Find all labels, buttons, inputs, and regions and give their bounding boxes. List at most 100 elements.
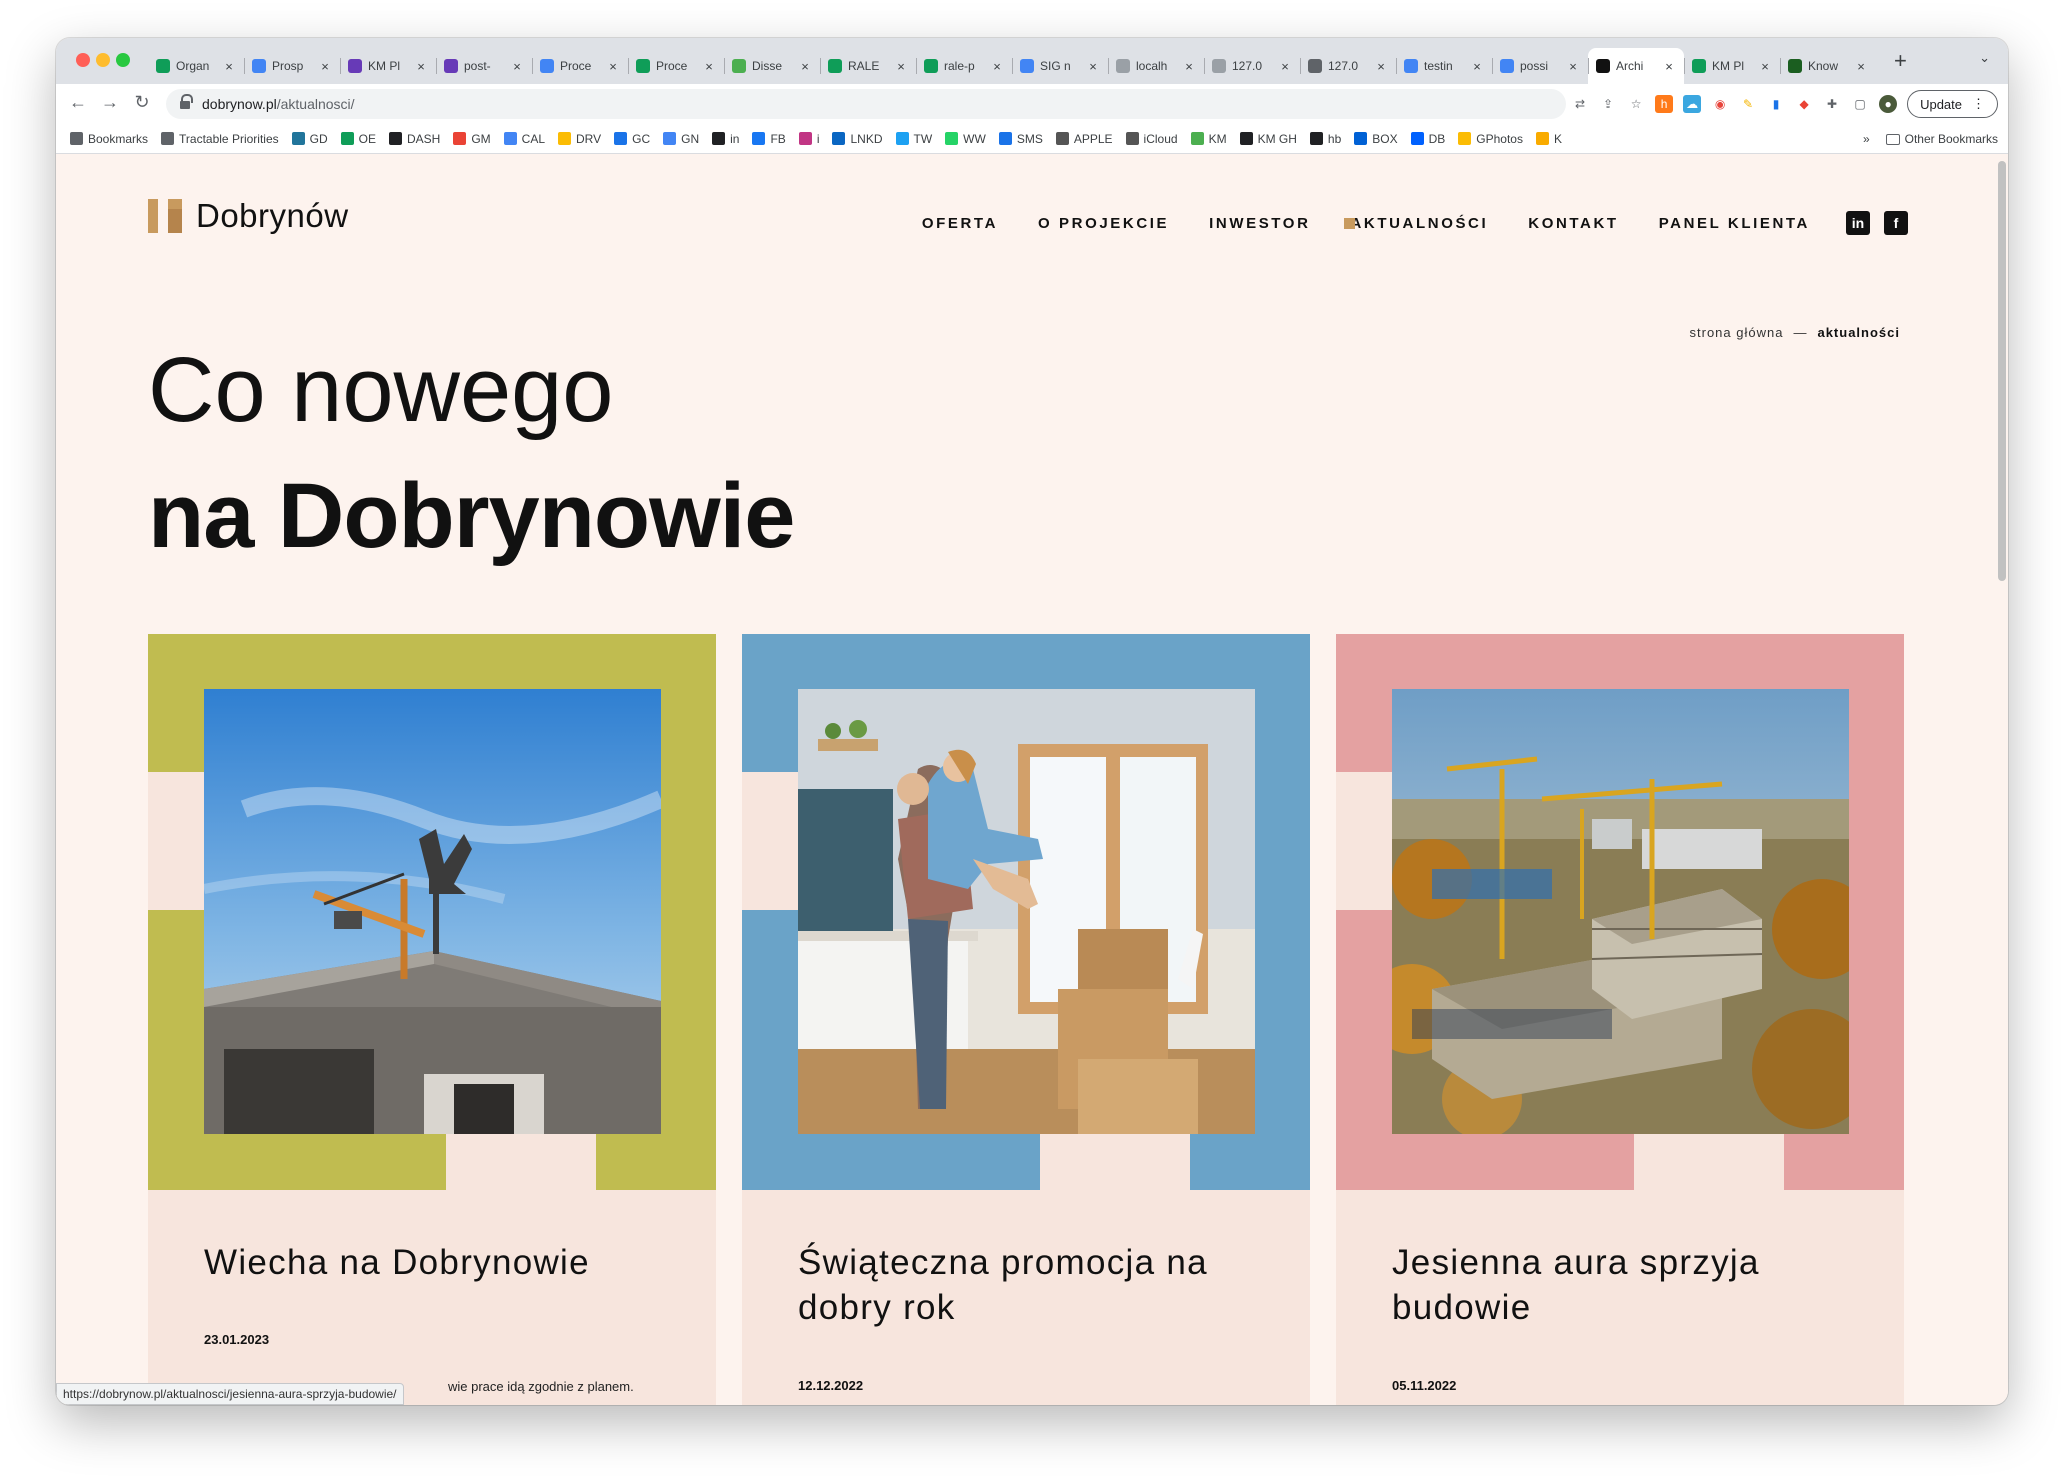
other-bookmarks-folder[interactable]: Other Bookmarks	[1905, 132, 1998, 146]
bookmark-item[interactable]: GN	[663, 132, 699, 146]
card-title[interactable]: Świąteczna promocja na dobry rok	[798, 1240, 1258, 1330]
browser-tab[interactable]: Disse ×	[724, 48, 820, 84]
news-card[interactable]: Jesienna aura sprzyja budowie 05.11.2022	[1336, 634, 1904, 1405]
browser-tab[interactable]: SIG n ×	[1012, 48, 1108, 84]
tab-close-icon[interactable]: ×	[1182, 59, 1196, 74]
browser-tab[interactable]: 127.0 ×	[1204, 48, 1300, 84]
browser-tab[interactable]: rale-p ×	[916, 48, 1012, 84]
tab-close-icon[interactable]: ×	[1374, 59, 1388, 74]
nav-item[interactable]: AKTUALNOŚCI	[1343, 215, 1489, 232]
bookmark-item[interactable]: SMS	[998, 132, 1043, 146]
extension-highlighter-icon[interactable]: ✎	[1739, 95, 1757, 113]
bookmark-item[interactable]: WW	[945, 132, 986, 146]
new-tab-button[interactable]: +	[1894, 48, 1907, 74]
card-photo[interactable]	[798, 689, 1255, 1134]
maximize-window-button[interactable]	[116, 53, 130, 67]
browser-tab[interactable]: KM Pl ×	[1684, 48, 1780, 84]
tab-close-icon[interactable]: ×	[222, 59, 236, 74]
tab-close-icon[interactable]: ×	[1662, 59, 1676, 74]
linkedin-icon[interactable]: in	[1846, 211, 1870, 235]
extension-cloud-icon[interactable]: ☁	[1683, 95, 1702, 113]
bookmark-item[interactable]: Bookmarks	[70, 132, 148, 146]
card-photo[interactable]	[204, 689, 661, 1134]
extension-record-icon[interactable]: ◉	[1711, 95, 1729, 113]
bookmark-item[interactable]: BOX	[1354, 132, 1398, 146]
url-text[interactable]: dobrynow.pl/aktualnosci/	[202, 96, 355, 112]
tab-search-chevron-icon[interactable]: ⌄	[1979, 50, 1990, 66]
tab-close-icon[interactable]: ×	[318, 59, 332, 74]
tab-close-icon[interactable]: ×	[990, 59, 1004, 74]
scrollbar-thumb[interactable]	[1998, 161, 2006, 581]
bookmark-item[interactable]: GM	[453, 132, 491, 146]
browser-tab[interactable]: localh ×	[1108, 48, 1204, 84]
browser-tab[interactable]: Proce ×	[628, 48, 724, 84]
bookmark-item[interactable]: KM	[1190, 132, 1227, 146]
bookmark-item[interactable]: K	[1535, 132, 1562, 146]
tab-close-icon[interactable]: ×	[414, 59, 428, 74]
nav-item[interactable]: O PROJEKCIE	[1038, 215, 1169, 232]
profile-avatar[interactable]: ●	[1879, 95, 1898, 113]
bookmark-item[interactable]: LNKD	[832, 132, 883, 146]
tab-close-icon[interactable]: ×	[1278, 59, 1292, 74]
tab-close-icon[interactable]: ×	[1086, 59, 1100, 74]
breadcrumb-home-link[interactable]: strona główna	[1690, 325, 1784, 340]
site-logo[interactable]: Dobrynów	[148, 197, 349, 235]
bookmark-item[interactable]: GPhotos	[1458, 132, 1523, 146]
browser-tab[interactable]: Know ×	[1780, 48, 1876, 84]
bookmark-item[interactable]: GD	[291, 132, 328, 146]
browser-tab[interactable]: KM Pl ×	[340, 48, 436, 84]
bookmark-item[interactable]: DB	[1410, 132, 1445, 146]
bookmark-item[interactable]: GC	[614, 132, 650, 146]
extension-chart-icon[interactable]: ▮	[1767, 95, 1785, 113]
update-button[interactable]: Update ⋮	[1907, 90, 1998, 118]
close-window-button[interactable]	[76, 53, 90, 67]
bookmarks-overflow-button[interactable]: »	[1863, 132, 1870, 146]
news-card[interactable]: Wiecha na Dobrynowie 23.01.2023 wie prace …	[148, 634, 716, 1405]
browser-tab[interactable]: Proce ×	[532, 48, 628, 84]
card-title[interactable]: Jesienna aura sprzyja budowie	[1392, 1240, 1852, 1330]
browser-tab[interactable]: Prosp ×	[244, 48, 340, 84]
card-title[interactable]: Wiecha na Dobrynowie	[204, 1240, 664, 1285]
tab-close-icon[interactable]: ×	[702, 59, 716, 74]
forward-arrow-icon[interactable]: →	[98, 92, 122, 113]
tab-close-icon[interactable]: ×	[606, 59, 620, 74]
bookmark-item[interactable]: TW	[895, 132, 932, 146]
tab-close-icon[interactable]: ×	[1566, 59, 1580, 74]
bookmark-item[interactable]: DASH	[388, 132, 440, 146]
extension-hubspot-icon[interactable]: h	[1655, 95, 1674, 113]
tab-close-icon[interactable]: ×	[1854, 59, 1868, 74]
address-bar[interactable]: dobrynow.pl/aktualnosci/	[166, 89, 1566, 119]
news-card[interactable]: Świąteczna promocja na dobry rok 12.12.20…	[742, 634, 1310, 1405]
browser-tab[interactable]: Archi ×	[1588, 48, 1684, 84]
tab-close-icon[interactable]: ×	[510, 59, 524, 74]
tab-close-icon[interactable]: ×	[894, 59, 908, 74]
nav-item[interactable]: PANEL KLIENTA	[1659, 215, 1810, 232]
translate-icon[interactable]: ⇄	[1571, 95, 1589, 113]
bookmark-item[interactable]: iCloud	[1125, 132, 1178, 146]
card-photo[interactable]	[1392, 689, 1849, 1134]
bookmark-item[interactable]: FB	[752, 132, 786, 146]
bookmark-item[interactable]: i	[798, 132, 819, 146]
minimize-window-button[interactable]	[96, 53, 110, 67]
bookmark-star-icon[interactable]: ☆	[1627, 95, 1645, 113]
tab-close-icon[interactable]: ×	[1758, 59, 1772, 74]
side-panel-icon[interactable]: ▢	[1851, 95, 1869, 113]
nav-item[interactable]: OFERTA	[922, 215, 998, 232]
browser-tab[interactable]: 127.0 ×	[1300, 48, 1396, 84]
nav-item[interactable]: KONTAKT	[1528, 215, 1618, 232]
browser-tab[interactable]: possi ×	[1492, 48, 1588, 84]
extensions-puzzle-icon[interactable]: ✚	[1823, 95, 1841, 113]
nav-item[interactable]: INWESTOR	[1209, 215, 1310, 232]
back-arrow-icon[interactable]: ←	[66, 92, 90, 113]
bookmark-item[interactable]: CAL	[503, 132, 545, 146]
bookmark-item[interactable]: APPLE	[1055, 132, 1113, 146]
bookmark-item[interactable]: in	[712, 132, 739, 146]
bookmark-item[interactable]: OE	[340, 132, 376, 146]
tab-close-icon[interactable]: ×	[798, 59, 812, 74]
bookmark-item[interactable]: Tractable Priorities	[161, 132, 279, 146]
tab-close-icon[interactable]: ×	[1470, 59, 1484, 74]
share-icon[interactable]: ⇪	[1599, 95, 1617, 113]
extension-color-icon[interactable]: ◆	[1795, 95, 1813, 113]
browser-tab[interactable]: post- ×	[436, 48, 532, 84]
facebook-icon[interactable]: f	[1884, 211, 1908, 235]
